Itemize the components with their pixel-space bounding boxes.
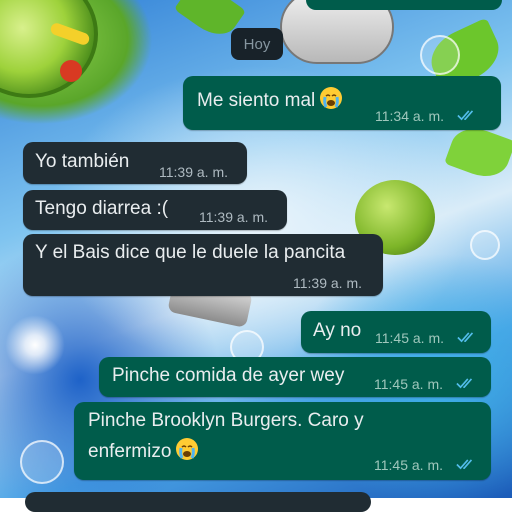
- message-text: Y el Bais dice que le duele la pancita: [35, 242, 346, 263]
- previous-message-fragment[interactable]: [306, 0, 502, 10]
- message-time: 11:45 a. m.: [374, 376, 444, 392]
- incoming-message[interactable]: Y el Bais dice que le duele la pancita 1…: [23, 234, 383, 296]
- incoming-message[interactable]: Yo también 11:39 a. m.: [23, 142, 247, 184]
- incoming-message[interactable]: Tengo diarrea :( 11:39 a. m.: [23, 190, 287, 230]
- outgoing-message[interactable]: Pinche comida de ayer wey 11:45 a. m.: [99, 357, 491, 397]
- message-time: 11:39 a. m.: [199, 209, 269, 225]
- message-time: 11:45 a. m.: [375, 330, 445, 346]
- outgoing-message[interactable]: Me siento mal 11:34 a. m.: [183, 76, 501, 130]
- message-text: Pinche Brooklyn Burgers. Caro y: [88, 410, 364, 431]
- message-time: 11:34 a. m.: [375, 108, 445, 124]
- crying-face-emoji-icon: [176, 438, 199, 460]
- message-time: 11:39 a. m.: [159, 164, 229, 180]
- message-text-value: enfermizo: [88, 441, 172, 462]
- read-receipt-icon: [457, 332, 474, 343]
- message-text: Me siento mal: [197, 86, 343, 115]
- message-list[interactable]: Hoy Me siento mal 11:34 a. m. Yo también…: [0, 0, 512, 512]
- crying-face-emoji-icon: [320, 87, 343, 109]
- read-receipt-icon: [457, 110, 474, 121]
- message-time: 11:39 a. m.: [293, 275, 363, 291]
- message-text-value: Me siento mal: [197, 90, 316, 111]
- outgoing-message[interactable]: Ay no 11:45 a. m.: [301, 311, 491, 353]
- date-divider: Hoy: [231, 28, 283, 60]
- message-text: Yo también: [35, 151, 130, 172]
- message-text: Ay no: [313, 320, 362, 341]
- outgoing-message[interactable]: Pinche Brooklyn Burgers. Caro y enfermiz…: [74, 402, 491, 480]
- read-receipt-icon: [456, 378, 473, 389]
- message-text: Tengo diarrea :(: [35, 198, 169, 219]
- message-text: enfermizo: [88, 437, 199, 466]
- message-time: 11:45 a. m.: [374, 457, 444, 473]
- next-message-fragment[interactable]: [25, 492, 371, 512]
- read-receipt-icon: [456, 459, 473, 470]
- message-text: Pinche comida de ayer wey: [112, 365, 345, 386]
